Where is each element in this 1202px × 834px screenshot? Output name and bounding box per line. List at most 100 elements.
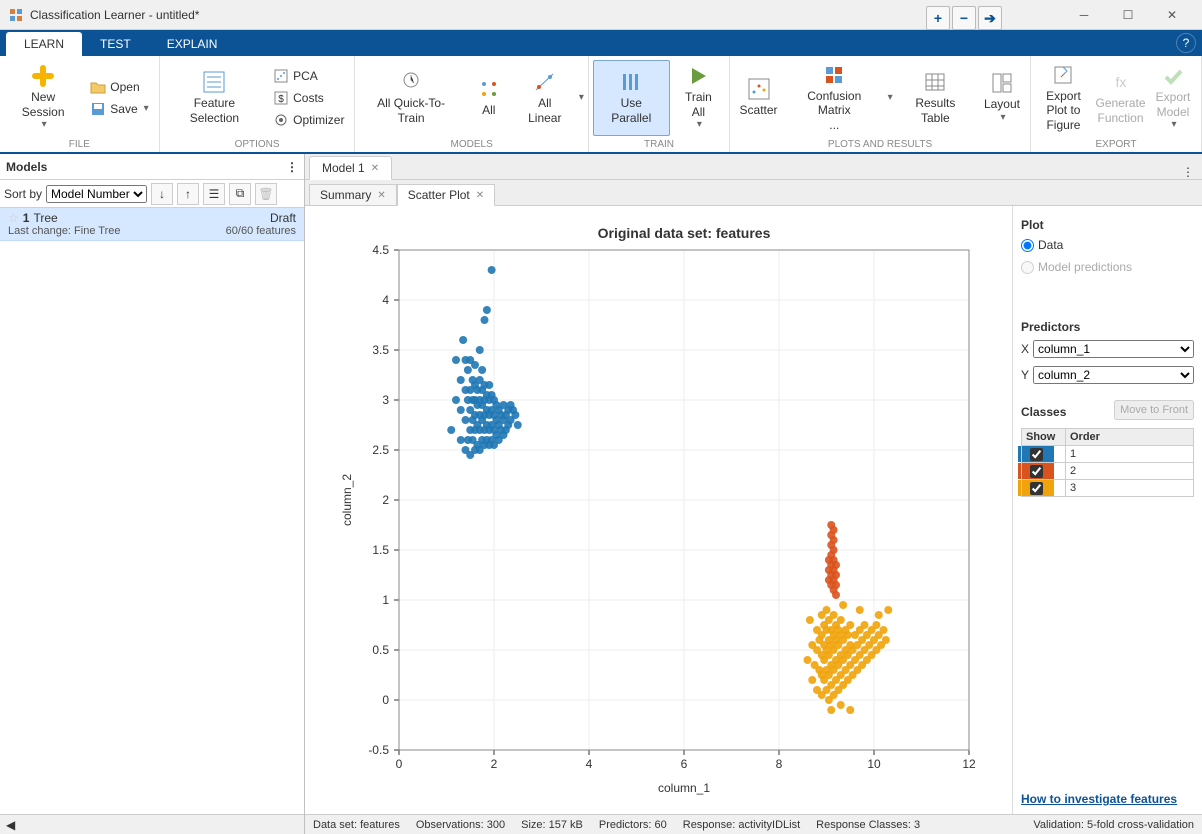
results-table-button[interactable]: Results Table	[895, 60, 976, 136]
export-plot-button[interactable]: Export Plot to Figure	[1035, 60, 1092, 136]
x-predictor-select[interactable]: column_1	[1033, 340, 1194, 358]
check-icon	[1161, 64, 1185, 88]
all-models-button[interactable]: All	[465, 60, 513, 136]
tab-explain[interactable]: EXPLAIN	[149, 32, 236, 56]
class-row-1[interactable]: 1	[1022, 446, 1194, 463]
predictors-heading: Predictors	[1021, 320, 1194, 334]
model-number: 1	[23, 211, 30, 225]
y-predictor-select[interactable]: column_2	[1033, 366, 1194, 384]
svg-text:2: 2	[382, 493, 389, 507]
dropdown-icon: ▾	[42, 119, 47, 131]
move-to-front-button: Move to Front	[1114, 400, 1194, 420]
feature-selection-button[interactable]: Feature Selection	[164, 60, 265, 136]
tab-scatter[interactable]: Scatter Plot ✕	[397, 184, 495, 206]
svg-text:4: 4	[382, 293, 389, 307]
svg-text:4: 4	[585, 757, 592, 771]
tab-summary[interactable]: Summary ✕	[309, 184, 397, 205]
status-size: Size: 157 kB	[521, 819, 583, 831]
group-export-label: EXPORT	[1035, 137, 1197, 152]
svg-text:10: 10	[867, 757, 881, 771]
model-tabs-menu[interactable]: ⋮	[1182, 165, 1194, 179]
svg-text:3: 3	[382, 393, 389, 407]
svg-text:0: 0	[395, 757, 402, 771]
export-plot-icon	[1051, 63, 1075, 87]
maximize-button[interactable]: ☐	[1106, 0, 1150, 30]
plots-expand-button[interactable]: ▾	[888, 92, 893, 103]
models-header: Models	[6, 160, 47, 174]
linear-icon	[533, 70, 557, 94]
layout-button[interactable]: Layout ▾	[978, 60, 1026, 136]
function-icon: fx	[1109, 70, 1133, 94]
minimize-button[interactable]: ─	[1062, 0, 1106, 30]
confusion-matrix-button[interactable]: Confusion Matrix ...	[785, 60, 884, 136]
status-predictors: Predictors: 60	[599, 819, 667, 831]
dropdown-icon: ▾	[144, 103, 149, 114]
all-linear-button[interactable]: All Linear	[515, 60, 575, 136]
sortby-label: Sort by	[4, 187, 42, 201]
new-session-button[interactable]: New Session ▾	[4, 60, 82, 136]
status-dataset: Data set: features	[313, 819, 400, 831]
help-button[interactable]: ?	[1176, 33, 1196, 53]
svg-text:Original data set: features: Original data set: features	[597, 225, 770, 241]
class-3-checkbox[interactable]	[1030, 482, 1043, 495]
close-icon[interactable]: ✕	[377, 190, 385, 201]
svg-text:fx: fx	[1115, 74, 1126, 90]
star-icon[interactable]: ☆	[8, 211, 19, 225]
optimizer-button[interactable]: Optimizer	[267, 110, 350, 130]
group-train-label: TRAIN	[593, 137, 725, 152]
models-expand-button[interactable]: ▾	[579, 92, 584, 103]
svg-text:3.5: 3.5	[372, 343, 389, 357]
ribbon: New Session ▾ Open Save ▾ FILE Featu	[0, 56, 1202, 154]
tab-learn[interactable]: LEARN	[6, 32, 82, 56]
sort-asc-button[interactable]: ↓	[151, 183, 173, 205]
costs-button[interactable]: $ Costs	[267, 88, 350, 108]
class-row-3[interactable]: 3	[1022, 480, 1194, 497]
all-quick-button[interactable]: All Quick-To-Train	[359, 60, 462, 136]
plot-canvas: 024681012-0.500.511.522.533.544.5Origina…	[305, 206, 1012, 814]
pca-button[interactable]: PCA	[267, 66, 350, 86]
close-icon[interactable]: ✕	[476, 190, 484, 201]
class-1-checkbox[interactable]	[1030, 448, 1043, 461]
all-icon	[477, 77, 501, 101]
models-panel-menu[interactable]: ⋮	[286, 160, 298, 174]
quick-icon	[399, 70, 423, 94]
delete-button: 🗑	[255, 183, 277, 205]
x-label: X	[1021, 342, 1029, 356]
train-all-button[interactable]: Train All ▾	[672, 60, 726, 136]
list-view-button[interactable]: ☰	[203, 183, 225, 205]
model-last-change: Last change: Fine Tree	[8, 225, 121, 237]
class-2-checkbox[interactable]	[1030, 465, 1043, 478]
th-order: Order	[1066, 429, 1194, 446]
open-button[interactable]: Open	[84, 77, 154, 97]
sortby-select[interactable]: Model Number	[46, 185, 147, 203]
plus-icon	[31, 64, 55, 88]
class-row-2[interactable]: 2	[1022, 463, 1194, 480]
radio-data[interactable]: Data	[1021, 236, 1194, 254]
copy-button[interactable]: ⧉	[229, 183, 251, 205]
use-parallel-button[interactable]: Use Parallel	[593, 60, 670, 136]
investigate-link[interactable]: How to investigate features	[1021, 792, 1194, 806]
group-models-label: MODELS	[359, 137, 583, 152]
svg-text:1: 1	[382, 593, 389, 607]
scatter-button[interactable]: Scatter	[734, 60, 783, 136]
svg-text:1.5: 1.5	[372, 543, 389, 557]
close-icon[interactable]: ✕	[371, 163, 379, 174]
save-icon	[90, 101, 106, 117]
play-icon	[686, 64, 710, 88]
model-status: Draft	[270, 211, 296, 225]
left-nav-button[interactable]: ◀	[6, 818, 15, 832]
dropdown-icon: ▾	[697, 119, 702, 131]
classes-table: Show Order 1 2 3	[1021, 428, 1194, 497]
model-tabs: Model 1 ✕ ⋮	[305, 154, 1202, 180]
model-tab-1[interactable]: Model 1 ✕	[309, 156, 392, 180]
tab-test[interactable]: TEST	[82, 32, 149, 56]
save-button[interactable]: Save ▾	[84, 99, 154, 119]
model-row[interactable]: ☆ 1 Tree Draft Last change: Fine Tree 60…	[0, 208, 304, 241]
model-features: 60/60 features	[226, 225, 296, 237]
sort-desc-button[interactable]: ↑	[177, 183, 199, 205]
close-button[interactable]: ✕	[1150, 0, 1194, 30]
generate-function-button: fx Generate Function	[1094, 60, 1147, 136]
checklist-icon	[202, 70, 226, 94]
parallel-icon	[619, 70, 643, 94]
classes-heading: Classes	[1021, 405, 1066, 419]
